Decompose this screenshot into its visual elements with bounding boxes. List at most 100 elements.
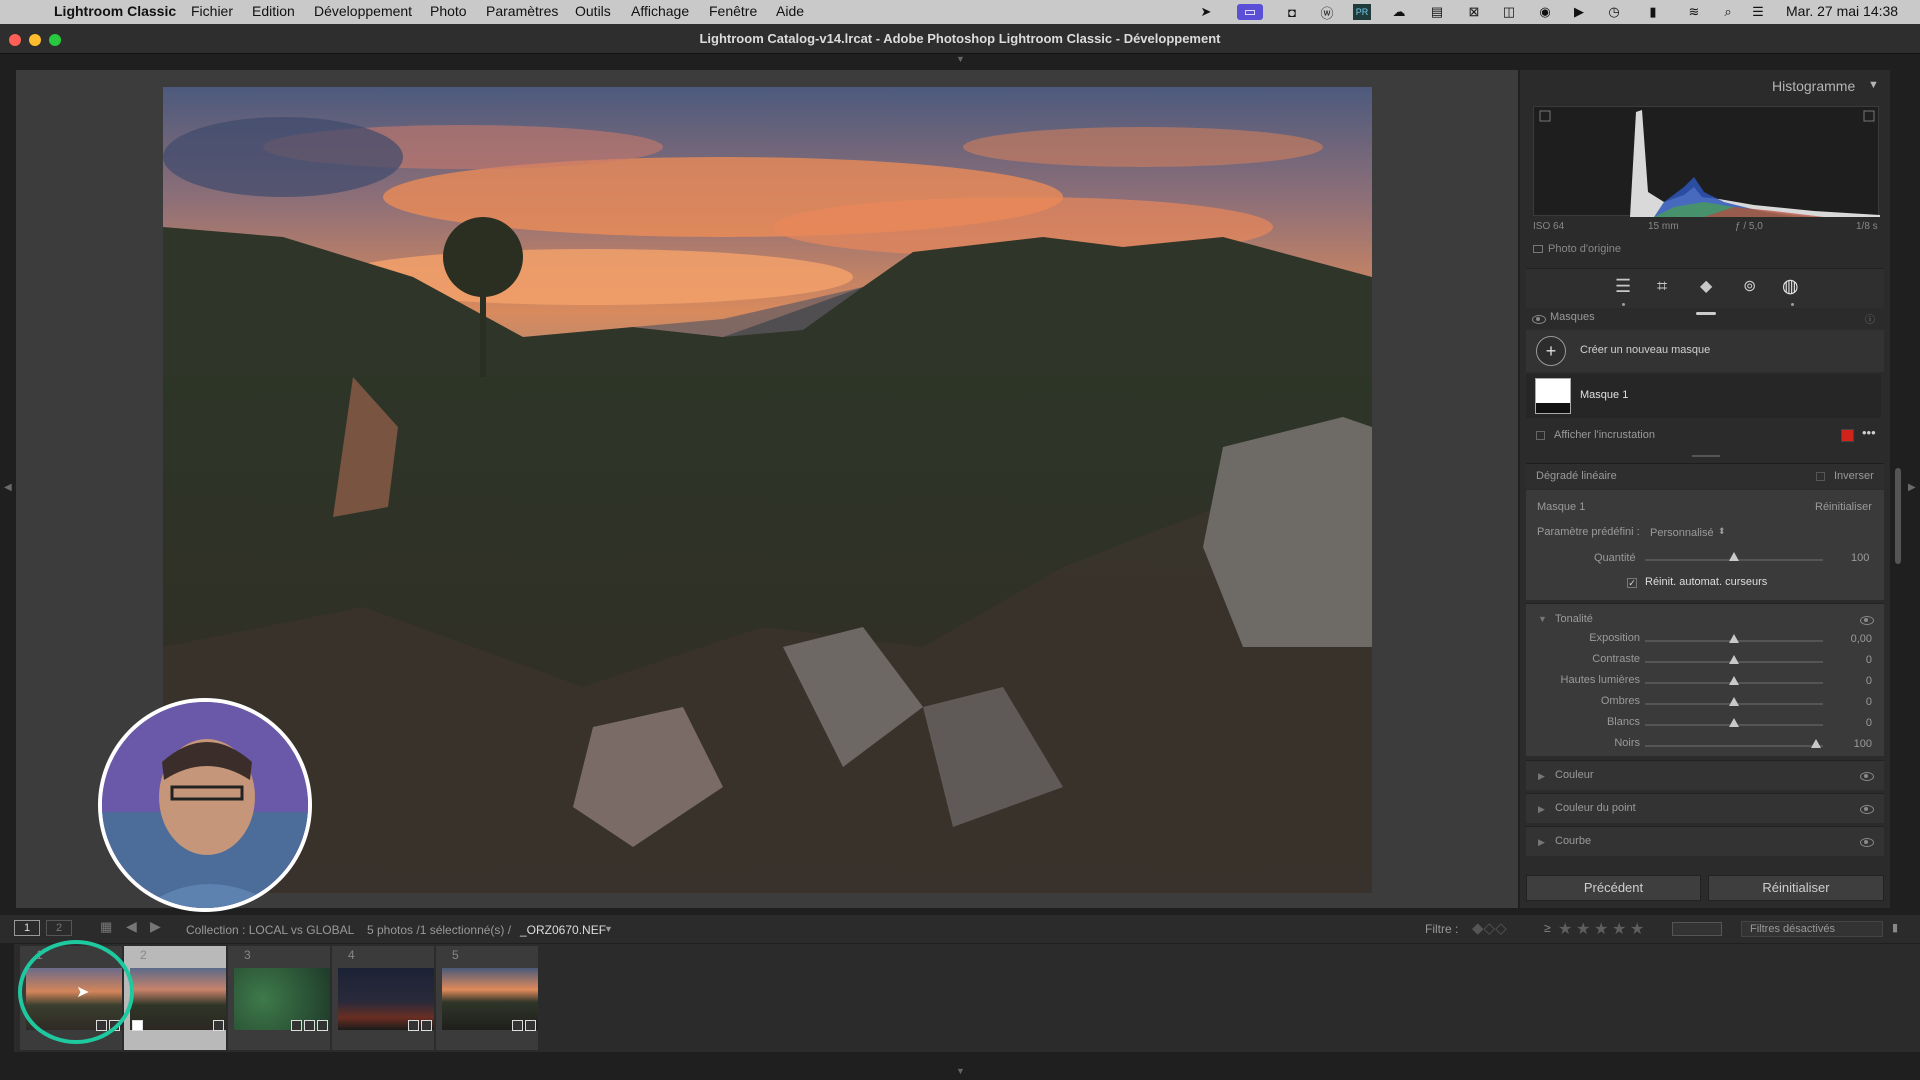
filename-label[interactable]: _ORZ0670.NEF xyxy=(520,923,606,937)
mask-1-thumbnail[interactable] xyxy=(1535,378,1571,414)
previous-button[interactable]: Précédent xyxy=(1526,875,1701,901)
slider-blacks-value[interactable]: 100 xyxy=(1826,738,1872,750)
preset-value[interactable]: Personnalisé xyxy=(1650,527,1714,539)
filter-lock-icon[interactable]: ▮ xyxy=(1892,921,1898,934)
main-window-button[interactable]: 1 xyxy=(14,920,40,936)
status-w-icon[interactable]: ⓦ xyxy=(1318,4,1336,21)
grid-view-icon[interactable]: ▦ xyxy=(100,919,112,935)
edit-sliders-icon[interactable]: ☰ xyxy=(1615,276,1631,297)
left-panel-toggle-icon[interactable]: ◀ xyxy=(4,482,12,493)
thumbnail-image[interactable] xyxy=(234,968,330,1030)
color-label-filter[interactable] xyxy=(1672,922,1722,936)
search-icon[interactable]: ⌕ xyxy=(1719,4,1737,20)
mask-1-label[interactable]: Masque 1 xyxy=(1580,389,1628,401)
right-panel-scrollbar[interactable] xyxy=(1895,468,1901,564)
tone-title[interactable]: Tonalité xyxy=(1555,613,1593,625)
creative-cloud-icon[interactable]: ☁ xyxy=(1390,4,1408,20)
back-arrow-icon[interactable]: ◀ xyxy=(126,918,137,935)
menu-outils[interactable]: Outils xyxy=(575,3,611,19)
secondary-window-button[interactable]: 2 xyxy=(46,920,72,936)
slider-highlights-value[interactable]: 0 xyxy=(1826,675,1872,687)
control-center-icon[interactable]: ☰ xyxy=(1749,4,1767,20)
original-photo-checkbox[interactable] xyxy=(1533,245,1543,253)
overlay-options-icon[interactable]: ••• xyxy=(1862,425,1876,440)
show-overlay-checkbox[interactable] xyxy=(1536,431,1545,440)
point-color-expand-icon[interactable]: ▶ xyxy=(1538,804,1545,815)
star-filter-2-icon[interactable]: ★ xyxy=(1576,919,1590,939)
time-machine-icon[interactable]: ◷ xyxy=(1605,4,1623,20)
camera-icon[interactable]: ◘ xyxy=(1283,4,1301,20)
add-mask-icon[interactable]: + xyxy=(1536,336,1566,366)
star-filter-4-icon[interactable]: ★ xyxy=(1612,919,1626,939)
user-icon[interactable]: ◉ xyxy=(1536,4,1554,20)
menu-parametres[interactable]: Paramètres xyxy=(486,3,558,19)
star-filter-1-icon[interactable]: ★ xyxy=(1558,919,1572,939)
menu-affichage[interactable]: Affichage xyxy=(631,3,689,19)
battery-icon[interactable]: ▮ xyxy=(1641,4,1665,20)
amount-slider-thumb[interactable] xyxy=(1729,552,1739,561)
menu-app-name[interactable]: Lightroom Classic xyxy=(54,3,176,19)
menu-fichier[interactable]: Fichier xyxy=(191,3,233,19)
flag-filter-icons[interactable]: ◆◇◇ xyxy=(1472,919,1507,937)
create-mask-label[interactable]: Créer un nouveau masque xyxy=(1580,344,1710,356)
histogram-title[interactable]: Histogramme xyxy=(1772,78,1855,94)
red-eye-icon[interactable]: ⊚ xyxy=(1743,276,1756,296)
thumbnail-cell-2[interactable]: 2 xyxy=(124,946,226,1050)
forward-arrow-icon[interactable]: ▶ xyxy=(150,918,161,935)
masks-resize-handle[interactable] xyxy=(1692,455,1720,457)
thumbnail-cell-4[interactable]: 4 xyxy=(332,946,434,1050)
masks-visibility-icon[interactable] xyxy=(1532,315,1546,324)
slider-blacks-thumb[interactable] xyxy=(1810,739,1821,748)
slider-exposure-value[interactable]: 0,00 xyxy=(1826,633,1872,645)
color-visibility-icon[interactable] xyxy=(1860,772,1874,781)
masking-icon[interactable]: ◍ xyxy=(1782,275,1799,298)
overlay-color-swatch[interactable] xyxy=(1841,429,1854,442)
tone-collapse-icon[interactable]: ▼ xyxy=(1538,614,1547,624)
histogram-graph[interactable] xyxy=(1533,106,1880,217)
filename-dropdown-icon[interactable]: ▼ xyxy=(604,924,613,934)
menubar-clock[interactable]: Mar. 27 mai 14:38 xyxy=(1786,3,1898,19)
point-color-visibility-icon[interactable] xyxy=(1860,805,1874,814)
masks-drag-handle[interactable] xyxy=(1696,312,1716,315)
thumbnail-image[interactable] xyxy=(130,968,226,1030)
premiere-icon[interactable]: PR xyxy=(1353,4,1371,20)
play-icon[interactable]: ▶ xyxy=(1570,4,1588,20)
menu-developpement[interactable]: Développement xyxy=(314,3,412,19)
healing-icon[interactable]: ◆ xyxy=(1700,276,1712,296)
crop-icon[interactable]: ⌗ xyxy=(1657,276,1667,297)
slider-blacks[interactable] xyxy=(1645,745,1823,747)
color-section-title[interactable]: Couleur xyxy=(1555,769,1594,781)
rating-ge-label[interactable]: ≥ xyxy=(1544,921,1551,935)
top-panel-toggle-icon[interactable]: ▼ xyxy=(956,54,965,64)
slider-whites-thumb[interactable] xyxy=(1729,718,1739,727)
auto-reset-checkbox[interactable]: ✓ xyxy=(1627,578,1637,588)
menu-edition[interactable]: Edition xyxy=(252,3,295,19)
color-expand-icon[interactable]: ▶ xyxy=(1538,771,1545,782)
star-filter-5-icon[interactable]: ★ xyxy=(1630,919,1644,939)
slider-contrast-value[interactable]: 0 xyxy=(1826,654,1872,666)
thumbnail-image[interactable] xyxy=(338,968,434,1030)
close-box-icon[interactable]: ⊠ xyxy=(1465,4,1483,20)
collection-label[interactable]: Collection : LOCAL vs GLOBAL xyxy=(186,923,354,937)
slider-shadows-thumb[interactable] xyxy=(1729,697,1739,706)
curve-section-title[interactable]: Courbe xyxy=(1555,835,1591,847)
bottom-panel-toggle-icon[interactable]: ▼ xyxy=(956,1066,965,1076)
star-filter-3-icon[interactable]: ★ xyxy=(1594,919,1608,939)
invert-checkbox[interactable] xyxy=(1816,472,1825,481)
thumbnail-cell-5[interactable]: 5 xyxy=(436,946,538,1050)
menu-fenetre[interactable]: Fenêtre xyxy=(709,3,757,19)
thumbnail-image[interactable] xyxy=(442,968,538,1030)
amount-value[interactable]: 100 xyxy=(1851,552,1869,564)
screen-share-icon[interactable]: ▭ xyxy=(1237,4,1263,20)
slider-shadows-value[interactable]: 0 xyxy=(1826,696,1872,708)
histogram-collapse-icon[interactable]: ▼ xyxy=(1868,79,1879,91)
wifi-icon[interactable]: ≋ xyxy=(1685,4,1703,20)
thumbnail-cell-3[interactable]: 3 xyxy=(228,946,330,1050)
tone-visibility-icon[interactable] xyxy=(1860,616,1874,625)
point-color-section-title[interactable]: Couleur du point xyxy=(1555,802,1636,814)
slider-highlights-thumb[interactable] xyxy=(1729,676,1739,685)
gradient-reset-button[interactable]: Réinitialiser xyxy=(1815,501,1872,513)
masks-help-icon[interactable]: ⓘ xyxy=(1865,311,1875,326)
preset-dropdown-icon[interactable]: ⬍ xyxy=(1718,526,1726,537)
curve-visibility-icon[interactable] xyxy=(1860,838,1874,847)
